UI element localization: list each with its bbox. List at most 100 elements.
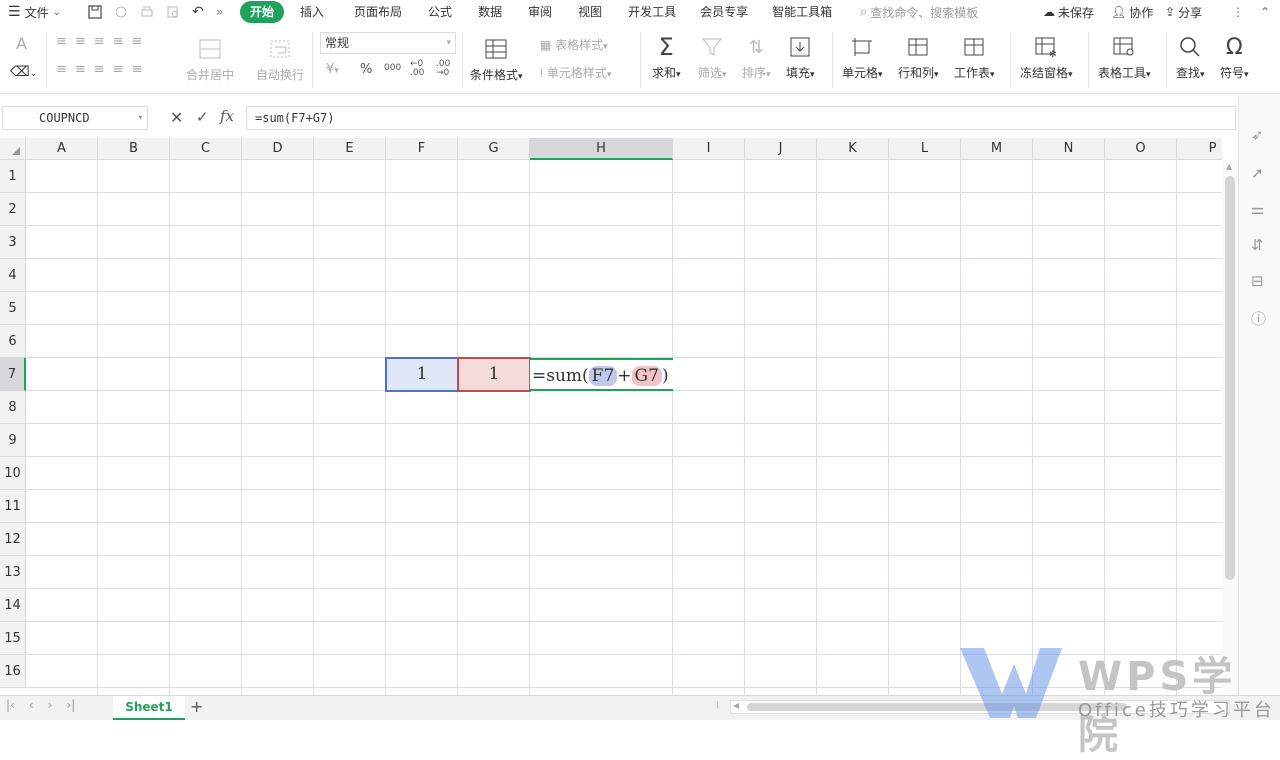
column-header-d[interactable]: D: [242, 138, 314, 160]
rocket-icon[interactable]: ➶: [1251, 126, 1269, 144]
thousands-icon[interactable]: 000: [384, 63, 401, 73]
horizontal-align-icons[interactable]: ≡≡≡≡≡: [56, 62, 150, 77]
row-header-7[interactable]: 7: [0, 358, 26, 391]
split-handle-icon[interactable]: ⁞: [716, 700, 719, 711]
font-size-increase-icon[interactable]: A: [16, 34, 27, 53]
horizontal-scrollbar[interactable]: ◀: [730, 700, 1230, 714]
filter-button[interactable]: 筛选▾: [698, 34, 727, 81]
prev-sheet-icon[interactable]: ‹: [29, 698, 34, 712]
tab-insert[interactable]: 插入: [292, 1, 332, 23]
next-sheet-icon[interactable]: ›: [48, 698, 53, 712]
merge-center-button[interactable]: 合并居中: [186, 36, 234, 83]
currency-icon[interactable]: ¥▾: [326, 62, 339, 77]
add-sheet-button[interactable]: +: [190, 697, 203, 716]
row-header-11[interactable]: 11: [0, 490, 26, 523]
formula-input[interactable]: =sum(F7+G7): [246, 106, 1236, 130]
column-header-p[interactable]: P: [1177, 138, 1222, 160]
save-icon[interactable]: [88, 5, 102, 19]
tab-review[interactable]: 审阅: [520, 1, 560, 23]
row-col-button[interactable]: 行和列▾: [898, 34, 939, 81]
tab-data[interactable]: 数据: [470, 1, 510, 23]
unsaved-button[interactable]: ☁ 未保存: [1043, 0, 1094, 24]
column-header-g[interactable]: G: [458, 138, 530, 160]
symbol-button[interactable]: Ω 符号▾: [1220, 34, 1249, 81]
decrease-decimal-icon[interactable]: .00 →0: [436, 60, 450, 78]
name-box[interactable]: COUPNCD ▾: [2, 106, 148, 130]
help-icon[interactable]: ⓘ: [1251, 308, 1269, 328]
redo-icon[interactable]: »: [216, 5, 224, 20]
worksheet-button[interactable]: 工作表▾: [954, 34, 995, 81]
vertical-scroll-thumb[interactable]: [1225, 176, 1235, 580]
confirm-icon[interactable]: ✓: [196, 108, 209, 126]
tab-formulas[interactable]: 公式: [420, 1, 460, 23]
column-header-h[interactable]: H: [530, 138, 673, 160]
command-search[interactable]: ⌕ 查找命令、搜索模板: [860, 0, 978, 24]
row-header-12[interactable]: 12: [0, 523, 26, 556]
row-header-1[interactable]: 1: [0, 160, 26, 193]
cursor-icon[interactable]: ➚: [1251, 164, 1269, 182]
cell-f7[interactable]: 1: [386, 358, 458, 391]
column-header-e[interactable]: E: [314, 138, 386, 160]
print-icon[interactable]: [140, 5, 154, 19]
vertical-align-icons[interactable]: ≡≡≡≡≡: [56, 34, 150, 49]
cell-button[interactable]: 单元格▾: [842, 34, 883, 81]
row-header-10[interactable]: 10: [0, 457, 26, 490]
spreadsheet-grid[interactable]: ABCDEFGHIJKLMNOP 1 2 3 4 5 6 7 8 9 10 11 12 13 14 15 16…: [0, 138, 1222, 695]
row-header-3[interactable]: 3: [0, 226, 26, 259]
table-style-button[interactable]: ▦ 表格样式▾: [540, 36, 608, 53]
find-button[interactable]: 查找▾: [1176, 34, 1205, 81]
print-preview-icon[interactable]: [166, 5, 180, 19]
scroll-left-icon[interactable]: ◀: [733, 701, 739, 710]
archive-icon[interactable]: ⊟: [1251, 272, 1269, 290]
active-cell-h7[interactable]: =sum( F7 + G7 ): [530, 358, 673, 391]
scroll-up-icon[interactable]: ▲: [1226, 162, 1232, 171]
tab-page-layout[interactable]: 页面布局: [346, 1, 410, 23]
insert-function-icon[interactable]: fx: [220, 107, 234, 125]
sum-button[interactable]: Σ 求和▾: [652, 33, 681, 81]
column-header-m[interactable]: M: [961, 138, 1033, 160]
row-header-6[interactable]: 6: [0, 325, 26, 358]
settings-sliders-icon[interactable]: ⚌: [1251, 200, 1269, 218]
row-header-14[interactable]: 14: [0, 589, 26, 622]
cell-g7[interactable]: 1: [458, 358, 530, 391]
tab-developer[interactable]: 开发工具: [620, 1, 684, 23]
row-header-15[interactable]: 15: [0, 622, 26, 655]
row-header-13[interactable]: 13: [0, 556, 26, 589]
more-icon[interactable]: ⋮: [1232, 0, 1244, 24]
row-header-5[interactable]: 5: [0, 292, 26, 325]
row-header-4[interactable]: 4: [0, 259, 26, 292]
row-header-8[interactable]: 8: [0, 391, 26, 424]
column-header-k[interactable]: K: [817, 138, 889, 160]
freeze-panes-button[interactable]: ✻ 冻结窗格▾: [1020, 34, 1073, 81]
number-format-select[interactable]: 常规 ▾: [320, 32, 456, 54]
sort-button[interactable]: ⇅ 排序▾: [742, 34, 771, 81]
column-header-j[interactable]: J: [745, 138, 817, 160]
sheet-tab-sheet1[interactable]: Sheet1: [113, 696, 185, 720]
cancel-icon[interactable]: ✕: [170, 108, 183, 127]
horizontal-scroll-thumb[interactable]: [747, 703, 1127, 711]
tab-home[interactable]: 开始: [240, 1, 285, 23]
wrap-text-button[interactable]: 自动换行: [256, 36, 304, 83]
tab-view[interactable]: 视图: [570, 1, 610, 23]
select-all-corner[interactable]: [0, 138, 26, 160]
table-tools-button[interactable]: 表格工具▾: [1098, 34, 1151, 81]
row-header-9[interactable]: 9: [0, 424, 26, 457]
share-button[interactable]: ⇪ 分享: [1165, 0, 1202, 24]
row-header-2[interactable]: 2: [0, 193, 26, 226]
in-cell-formula-editor[interactable]: =sum( F7 + G7 ): [532, 366, 669, 386]
column-header-c[interactable]: C: [170, 138, 242, 160]
tab-smart-toolbox[interactable]: 智能工具箱: [764, 1, 840, 23]
percent-icon[interactable]: %: [360, 62, 372, 77]
column-header-f[interactable]: F: [386, 138, 458, 160]
fill-button[interactable]: 填充▾: [786, 34, 815, 81]
collapse-ribbon-icon[interactable]: ⌃: [1260, 0, 1270, 24]
increase-decimal-icon[interactable]: ←0.00: [410, 60, 424, 78]
tab-member[interactable]: 会员专享: [692, 1, 756, 23]
first-sheet-icon[interactable]: |‹: [6, 698, 15, 712]
column-header-a[interactable]: A: [26, 138, 98, 160]
backup-icon[interactable]: ⇵: [1251, 236, 1269, 254]
row-header-16[interactable]: 16: [0, 655, 26, 688]
conditional-format-button[interactable]: 条件格式▾: [470, 36, 523, 83]
column-header-i[interactable]: I: [673, 138, 745, 160]
clear-format-icon[interactable]: ⌫⌄: [10, 64, 37, 80]
